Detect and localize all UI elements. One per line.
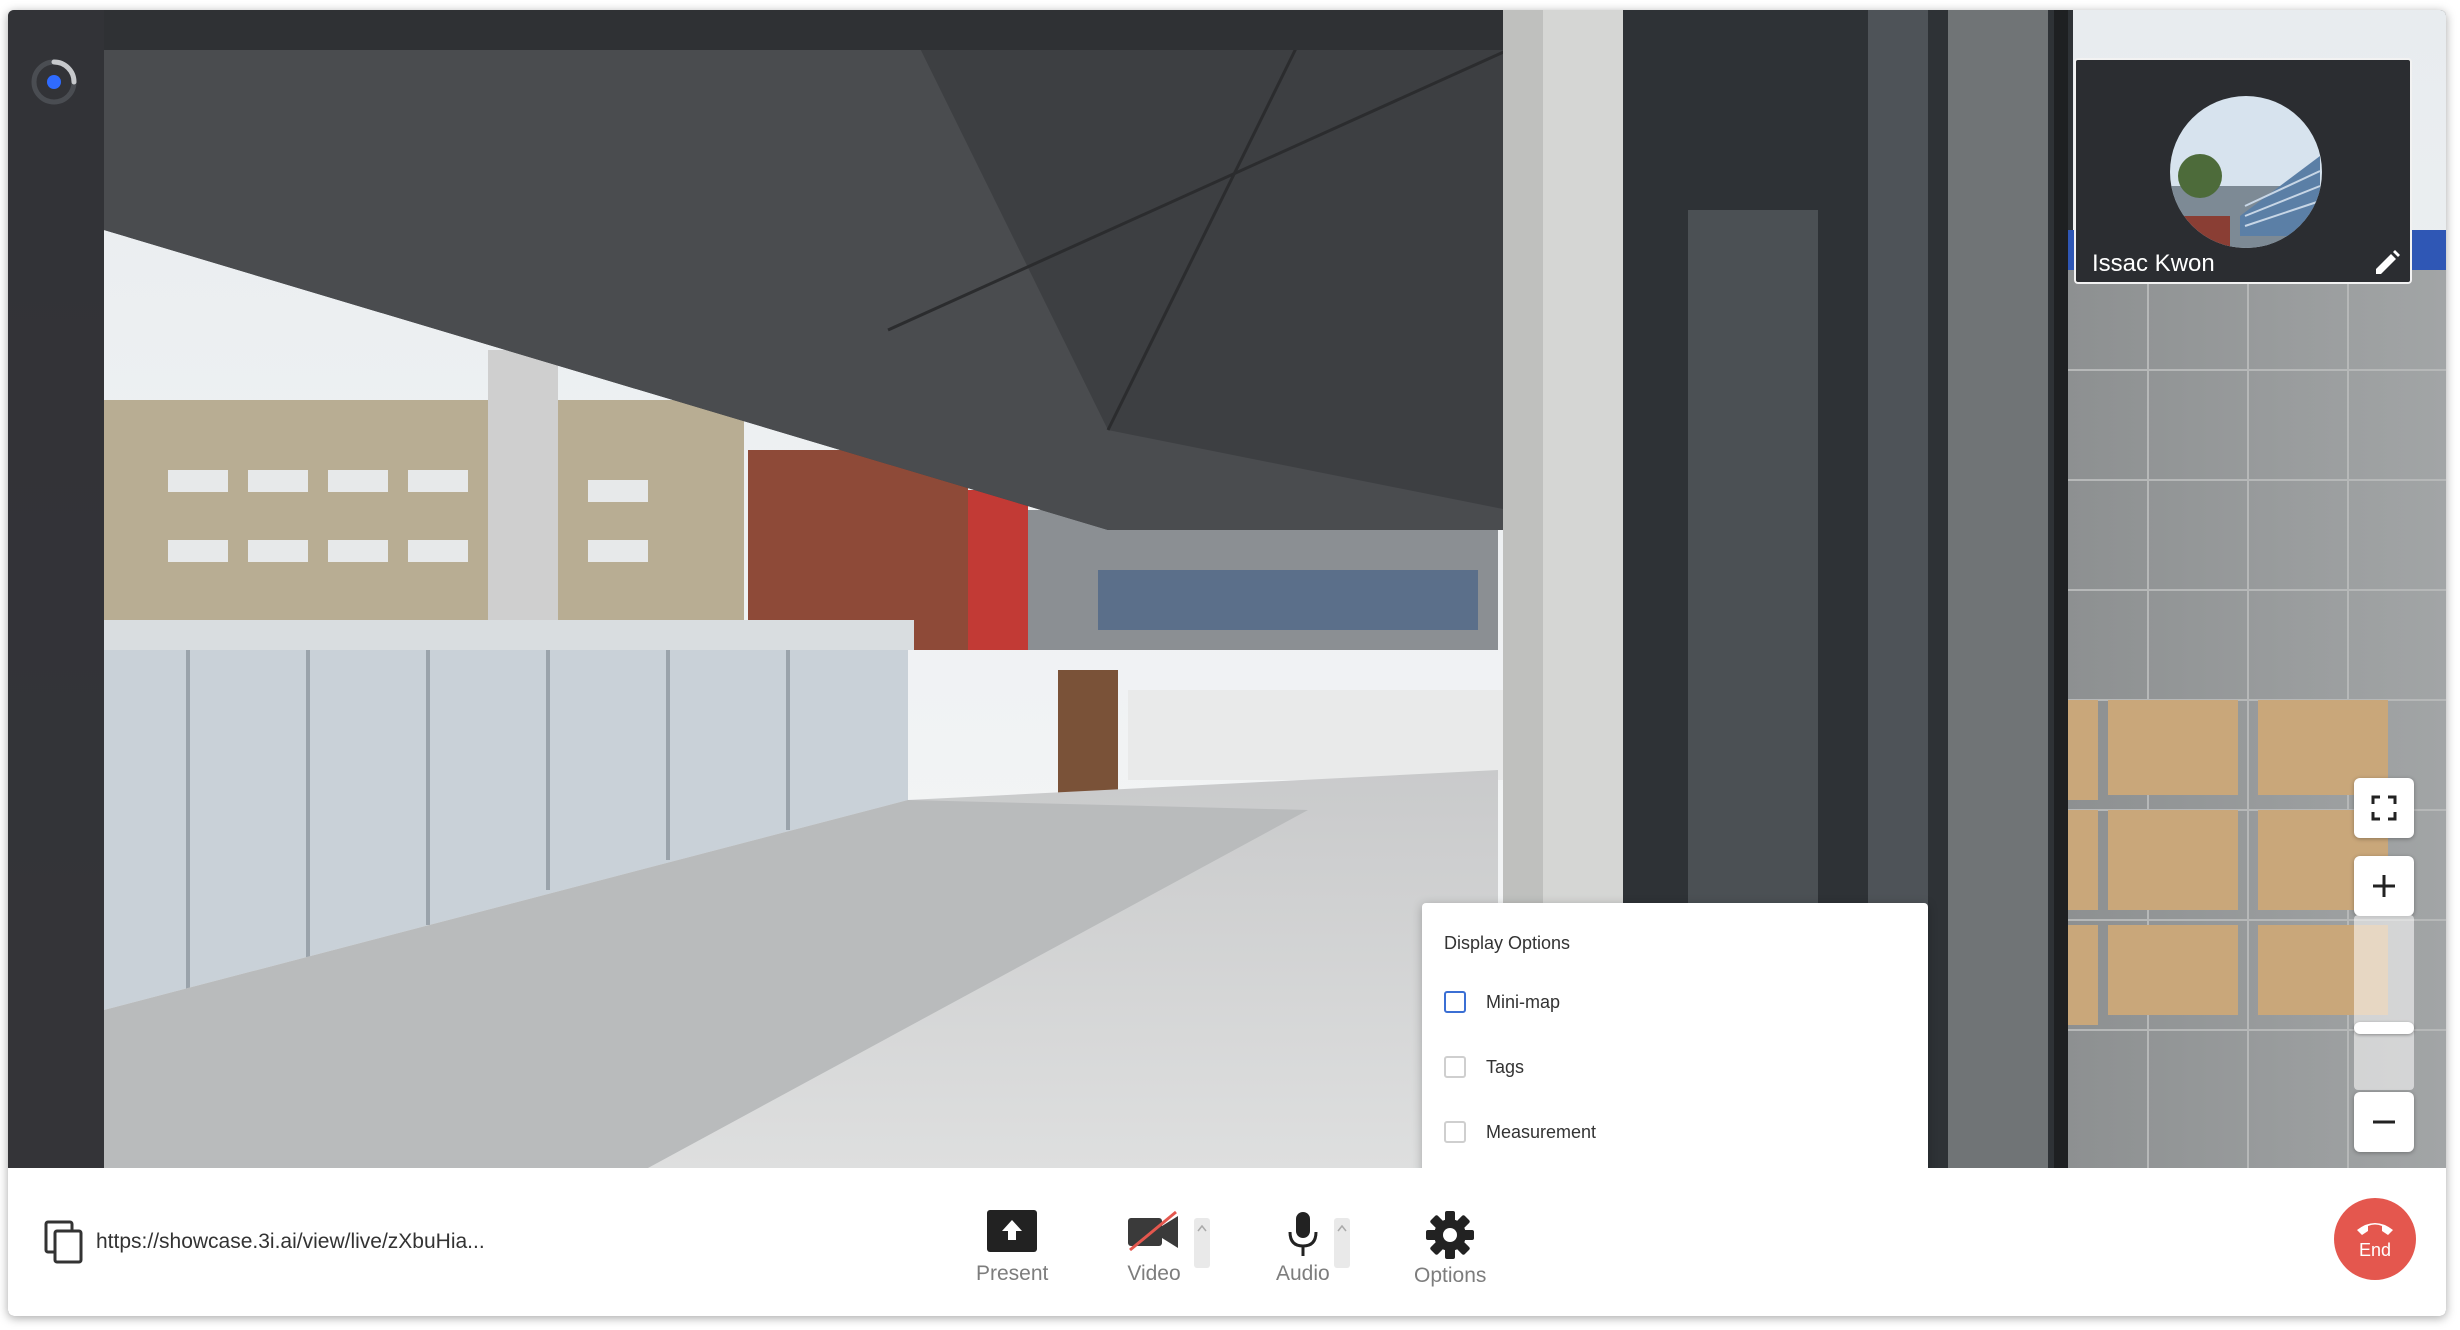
- app-window: Issac Kwon Display Options Mini-map Tags…: [8, 10, 2446, 1316]
- measurement-checkbox[interactable]: [1444, 1121, 1466, 1143]
- mini-map-label: Mini-map: [1486, 991, 1561, 1012]
- audio-button[interactable]: Audio: [1276, 1210, 1330, 1286]
- options-button[interactable]: Options: [1414, 1210, 1486, 1288]
- option-measurement[interactable]: Measurement: [1444, 1121, 1596, 1143]
- options-label: Options: [1414, 1264, 1487, 1287]
- chevron-up-icon: [1197, 1224, 1207, 1232]
- presenter-name: Issac Kwon: [2092, 250, 2215, 277]
- gear-icon: [1426, 1211, 1475, 1259]
- end-call-button[interactable]: End: [2334, 1198, 2416, 1280]
- present-label: Present: [976, 1262, 1049, 1285]
- zoom-slider-track[interactable]: [2354, 915, 2414, 1090]
- audio-options-caret[interactable]: [1334, 1218, 1350, 1268]
- presenter-tile[interactable]: Issac Kwon: [2074, 58, 2412, 284]
- video-button[interactable]: Video: [1126, 1210, 1182, 1286]
- fullscreen-icon: [2371, 795, 2397, 821]
- copy-icon[interactable]: [44, 1220, 84, 1264]
- chevron-up-icon: [1337, 1224, 1347, 1232]
- avatar: [2170, 96, 2322, 248]
- present-button[interactable]: Present: [976, 1210, 1048, 1286]
- video-label: Video: [1127, 1262, 1181, 1285]
- video-off-icon: [1128, 1210, 1178, 1252]
- loader-icon: [31, 59, 77, 105]
- display-options-panel: Display Options Mini-map Tags Measuremen…: [1422, 903, 1928, 1168]
- mini-map-checkbox[interactable]: [1444, 991, 1466, 1013]
- phone-hangup-icon: [2357, 1222, 2393, 1235]
- zoom-out-icon: [2373, 1120, 2395, 1124]
- zoom-out-button[interactable]: [2354, 1092, 2414, 1152]
- tags-label: Tags: [1486, 1056, 1525, 1077]
- mic-icon: [1288, 1212, 1318, 1256]
- measurement-label: Measurement: [1486, 1121, 1597, 1142]
- panorama-viewer[interactable]: Issac Kwon Display Options Mini-map Tags…: [8, 10, 2446, 1168]
- zoom-slider-thumb[interactable]: [2354, 1022, 2414, 1034]
- zoom-in-button[interactable]: [2354, 856, 2414, 916]
- edit-icon[interactable]: [2370, 246, 2404, 280]
- option-tags[interactable]: Tags: [1444, 1056, 1524, 1078]
- share-url[interactable]: https://showcase.3i.ai/view/live/zXbuHia…: [96, 1230, 485, 1254]
- end-label: End: [2358, 1239, 2392, 1260]
- zoom-in-icon: [2373, 875, 2395, 897]
- present-icon: [987, 1210, 1038, 1252]
- option-mini-map[interactable]: Mini-map: [1444, 991, 1560, 1013]
- audio-label: Audio: [1276, 1262, 1330, 1285]
- left-sidebar: [8, 10, 104, 1168]
- video-options-caret[interactable]: [1194, 1218, 1210, 1268]
- tags-checkbox[interactable]: [1444, 1056, 1466, 1078]
- options-panel-title: Display Options: [1444, 933, 1571, 953]
- fullscreen-button[interactable]: [2354, 778, 2414, 838]
- call-toolbar: https://showcase.3i.ai/view/live/zXbuHia…: [8, 1168, 2446, 1316]
